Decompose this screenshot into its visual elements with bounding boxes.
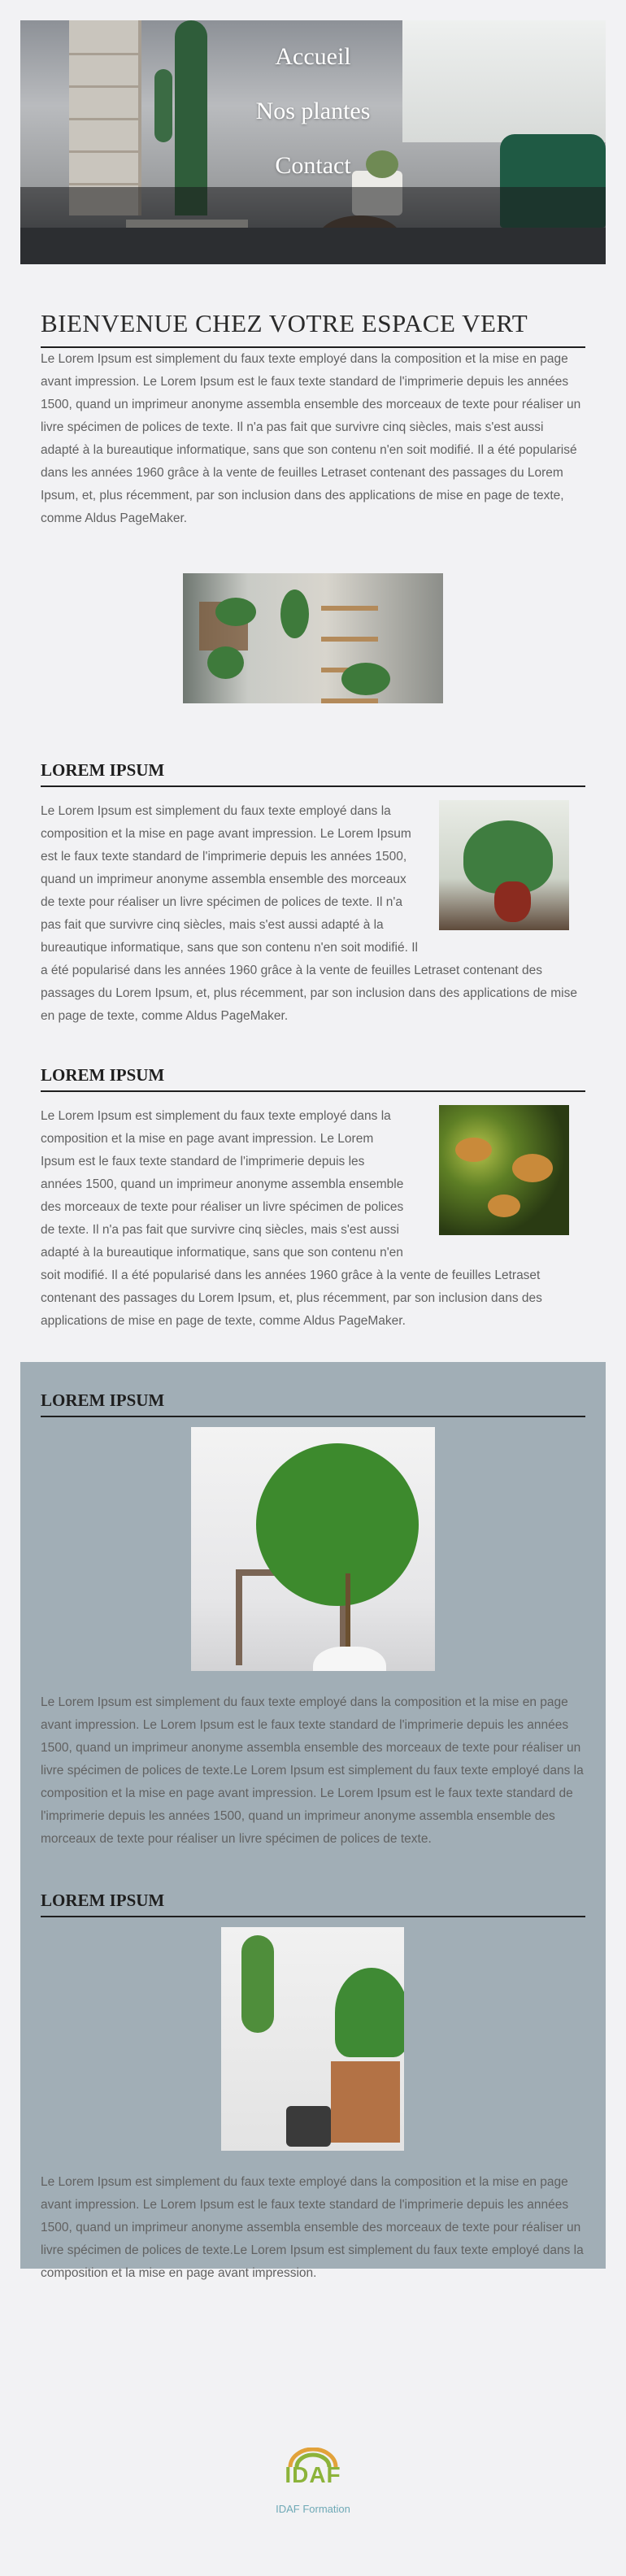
section-4-body: Le Lorem Ipsum est simplement du faux te… xyxy=(41,2171,585,2285)
section-heading: LOREM IPSUM xyxy=(41,760,585,787)
palm-plant xyxy=(335,1968,404,2057)
succulent-leaf xyxy=(488,1194,520,1217)
crate-plants-image xyxy=(221,1927,404,2151)
nav-item-nos-plantes[interactable]: Nos plantes xyxy=(20,95,606,128)
room-plant xyxy=(207,646,244,679)
section-1-body: Le Lorem Ipsum est simplement du faux te… xyxy=(41,800,585,1028)
section-heading: LOREM IPSUM xyxy=(41,1065,585,1092)
idaf-logo[interactable]: IDAF xyxy=(272,2448,354,2488)
section-2: LOREM IPSUM Le Lorem Ipsum est simplemen… xyxy=(41,1065,585,1333)
wooden-crate xyxy=(331,2061,400,2143)
pot-vase xyxy=(494,881,531,922)
dark-pot xyxy=(286,2106,331,2147)
nav-item-accueil[interactable]: Accueil xyxy=(20,41,606,73)
intro-paragraph: Le Lorem Ipsum est simplement du faux te… xyxy=(41,352,581,525)
succulent-leaf xyxy=(512,1154,553,1182)
section-3-body: Le Lorem Ipsum est simplement du faux te… xyxy=(41,1691,585,1851)
intro-section: BIENVENUE CHEZ VOTRE ESPACE VERT Le Lore… xyxy=(41,309,585,530)
intro-plants-room-image xyxy=(183,573,443,703)
section-2-text-wrap: Le Lorem Ipsum est simplement du faux te… xyxy=(41,1109,404,1260)
succulent-image xyxy=(439,1105,569,1235)
logo-text: IDAF xyxy=(285,2462,341,2487)
room-plant xyxy=(341,663,390,695)
page-title: BIENVENUE CHEZ VOTRE ESPACE VERT xyxy=(41,309,585,348)
footer-company-name[interactable]: IDAF Formation xyxy=(0,2503,626,2515)
room-plant xyxy=(215,598,256,626)
section-3-paragraph: Le Lorem Ipsum est simplement du faux te… xyxy=(41,1695,584,1846)
nav-item-contact[interactable]: Contact xyxy=(20,150,606,182)
hero-banner: Accueil Nos plantes Contact xyxy=(20,20,606,264)
potted-plant-image xyxy=(439,800,569,930)
hero-floor xyxy=(20,228,606,264)
hanging-plant xyxy=(241,1935,274,2033)
section-heading: LOREM IPSUM xyxy=(41,1390,585,1417)
section-2-body: Le Lorem Ipsum est simplement du faux te… xyxy=(41,1105,585,1333)
money-tree-image xyxy=(191,1427,435,1671)
section-1-text-full: aussi adapté à la bureautique informatiq… xyxy=(41,918,577,1023)
main-nav: Accueil Nos plantes Contact xyxy=(20,41,606,182)
money-tree-crown xyxy=(256,1443,419,1606)
section-4-paragraph: Le Lorem Ipsum est simplement du faux te… xyxy=(41,2175,584,2280)
section-4: LOREM IPSUM xyxy=(41,1891,585,1917)
succulent-leaf xyxy=(455,1138,492,1162)
hero-dark-band xyxy=(20,187,606,232)
section-heading: LOREM IPSUM xyxy=(41,1891,585,1917)
section-1: LOREM IPSUM Le Lorem Ipsum est simplemen… xyxy=(41,760,585,1028)
section-1-text-wrap: Le Lorem Ipsum est simplement du faux te… xyxy=(41,804,411,932)
money-tree-pot xyxy=(313,1647,386,1671)
room-plant xyxy=(280,590,309,638)
section-3: LOREM IPSUM xyxy=(41,1390,585,1417)
